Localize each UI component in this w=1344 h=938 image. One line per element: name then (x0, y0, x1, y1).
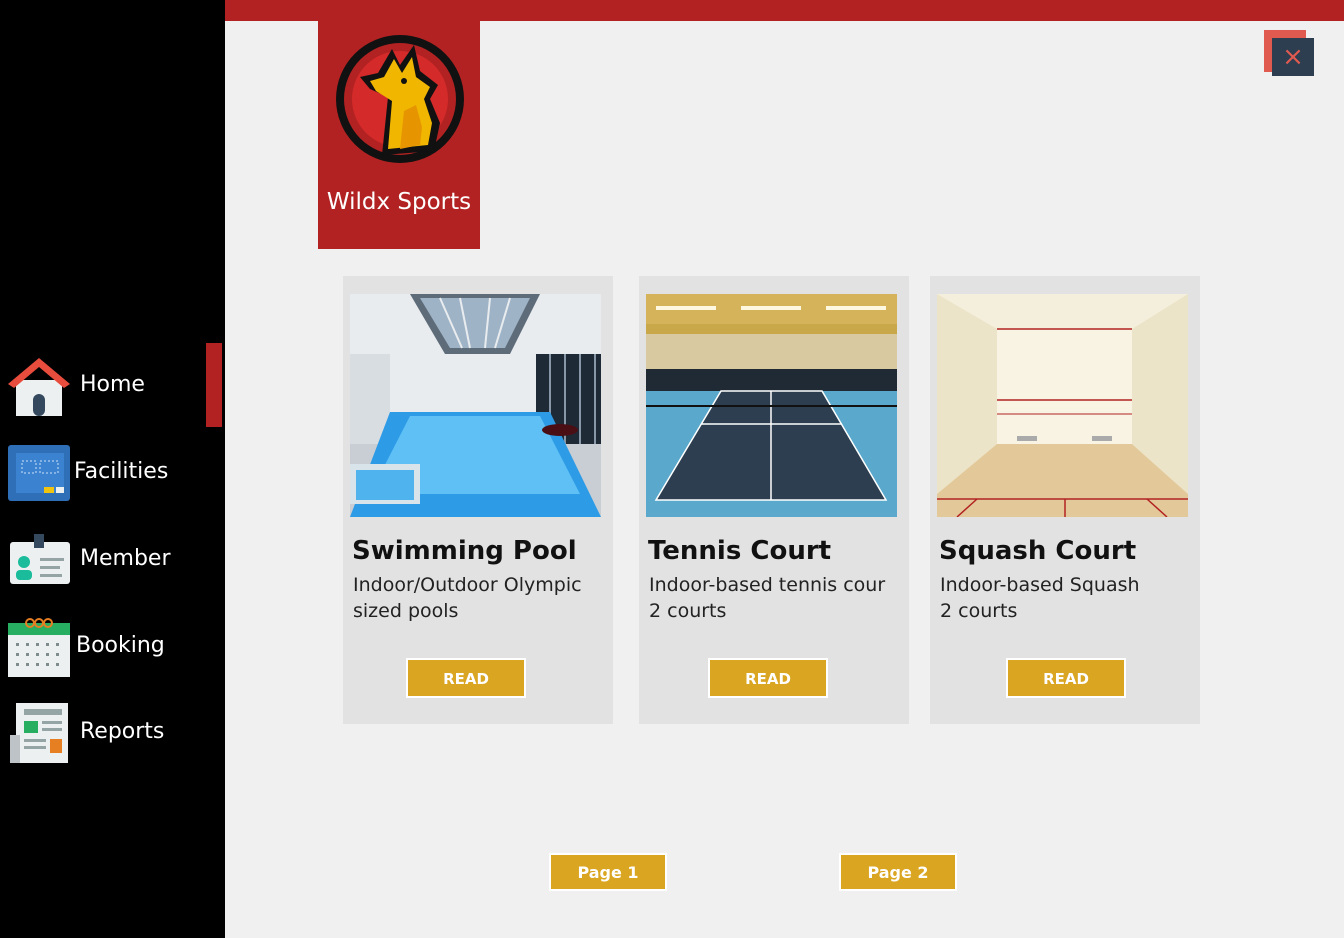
facility-title: Swimming Pool (352, 536, 577, 566)
read-button[interactable]: READ (708, 658, 828, 698)
facility-description-line: 2 courts (649, 600, 727, 622)
brand-logo-box: Wildx Sports (318, 21, 480, 249)
sidebar-item-reports[interactable]: Reports (0, 697, 205, 767)
facility-card-tennis-court: Tennis Court Indoor-based tennis cour 2 … (639, 276, 909, 724)
sidebar-item-booking[interactable]: Booking (0, 611, 205, 681)
tennis-court-photo (646, 294, 897, 517)
facility-description-line: sized pools (353, 600, 459, 622)
id-card-icon (10, 534, 70, 584)
active-indicator (206, 343, 222, 427)
sidebar: Home Facilities Member Booking Reports (0, 0, 225, 938)
sidebar-item-label: Member (80, 546, 171, 571)
sidebar-item-member[interactable]: Member (0, 524, 205, 594)
facility-card-swimming-pool: Swimming Pool Indoor/Outdoor Olympic siz… (343, 276, 613, 724)
facility-description: Indoor/Outdoor Olympic sized pools (353, 572, 611, 624)
facility-title: Tennis Court (648, 536, 832, 566)
blueprint-icon (8, 445, 70, 501)
facility-description-line: Indoor-based Squash (940, 574, 1140, 596)
home-icon (8, 358, 70, 416)
calendar-icon (8, 618, 70, 677)
facility-description: Indoor-based tennis cour 2 courts (649, 572, 907, 624)
close-icon: × (1272, 38, 1314, 76)
sidebar-item-label: Facilities (74, 459, 169, 484)
facility-description-line: 2 courts (940, 600, 1018, 622)
sidebar-item-home[interactable]: Home (0, 350, 205, 420)
facility-description: Indoor-based Squash 2 courts (940, 572, 1198, 624)
wolf-crest-logo (336, 35, 464, 163)
sidebar-item-label: Reports (80, 719, 165, 744)
sidebar-item-facilities[interactable]: Facilities (0, 437, 205, 507)
facility-description-line: Indoor/Outdoor Olympic (353, 574, 582, 596)
read-button[interactable]: READ (406, 658, 526, 698)
page-2-button[interactable]: Page 2 (839, 853, 957, 891)
facility-title: Squash Court (939, 536, 1137, 566)
sidebar-item-label: Booking (76, 633, 165, 658)
close-button[interactable]: × (1264, 30, 1314, 80)
sidebar-item-label: Home (80, 372, 145, 397)
facility-card-squash-court: Squash Court Indoor-based Squash 2 court… (930, 276, 1200, 724)
newspaper-icon (10, 703, 68, 763)
swimming-pool-photo (350, 294, 601, 517)
squash-court-photo (937, 294, 1188, 517)
read-button[interactable]: READ (1006, 658, 1126, 698)
facility-description-line: Indoor-based tennis cour (649, 574, 886, 596)
page-1-button[interactable]: Page 1 (549, 853, 667, 891)
brand-name: Wildx Sports (326, 189, 472, 215)
top-bar (225, 0, 1344, 21)
